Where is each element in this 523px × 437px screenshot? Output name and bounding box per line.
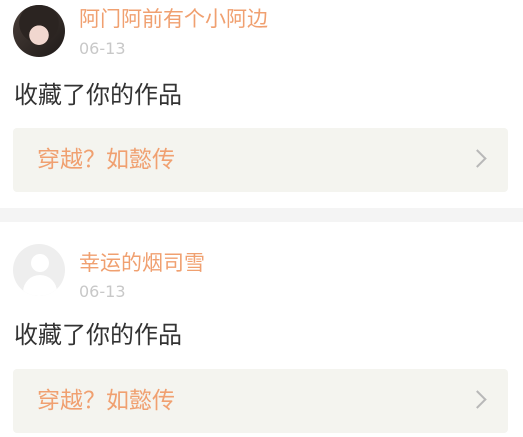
avatar[interactable] [13,5,65,57]
action-text: 收藏了你的作品 [14,321,182,349]
work-link[interactable]: 穿越？如懿传 [13,128,508,192]
work-link[interactable]: 穿越？如懿传 [13,369,508,433]
avatar[interactable] [13,244,65,296]
user-photo [13,5,65,57]
notification-card: 阿门阿前有个小阿边 06-13 收藏了你的作品 穿越？如懿传 [0,0,523,208]
username[interactable]: 阿门阿前有个小阿边 [79,7,268,31]
username[interactable]: 幸运的烟司雪 [79,251,205,275]
notification-date: 06-13 [79,282,126,301]
work-title: 穿越？如懿传 [37,388,175,414]
work-title: 穿越？如懿传 [37,147,175,173]
card-separator [0,208,523,222]
chevron-right-icon [468,390,487,409]
default-avatar-icon [13,244,65,296]
notification-card: 幸运的烟司雪 06-13 收藏了你的作品 穿越？如懿传 [0,222,523,437]
action-text: 收藏了你的作品 [14,81,182,109]
notification-feed: 阿门阿前有个小阿边 06-13 收藏了你的作品 穿越？如懿传 幸运的烟司雪 06… [0,0,523,437]
chevron-right-icon [468,149,487,168]
notification-date: 06-13 [79,39,126,58]
